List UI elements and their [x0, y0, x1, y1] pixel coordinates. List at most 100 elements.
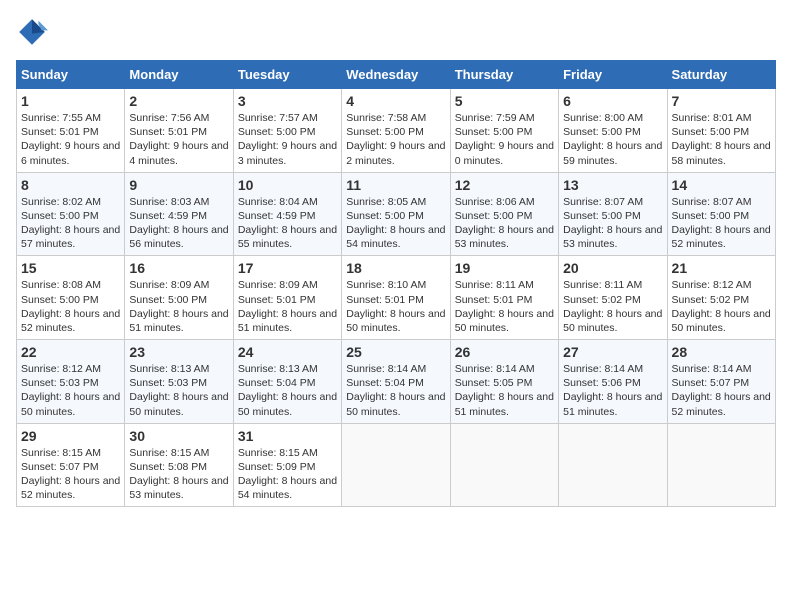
column-header-saturday: Saturday — [667, 61, 775, 89]
calendar-day-14: 14 Sunrise: 8:07 AM Sunset: 5:00 PM Dayl… — [667, 172, 775, 256]
calendar-day-13: 13 Sunrise: 8:07 AM Sunset: 5:00 PM Dayl… — [559, 172, 667, 256]
calendar-header-row: SundayMondayTuesdayWednesdayThursdayFrid… — [17, 61, 776, 89]
calendar-day-2: 2 Sunrise: 7:56 AM Sunset: 5:01 PM Dayli… — [125, 89, 233, 173]
day-number: 19 — [455, 260, 554, 276]
calendar-day-9: 9 Sunrise: 8:03 AM Sunset: 4:59 PM Dayli… — [125, 172, 233, 256]
day-info: Sunrise: 7:56 AM Sunset: 5:01 PM Dayligh… — [129, 111, 228, 168]
day-info: Sunrise: 8:04 AM Sunset: 4:59 PM Dayligh… — [238, 195, 337, 252]
calendar-day-17: 17 Sunrise: 8:09 AM Sunset: 5:01 PM Dayl… — [233, 256, 341, 340]
day-info: Sunrise: 8:14 AM Sunset: 5:07 PM Dayligh… — [672, 362, 771, 419]
day-info: Sunrise: 8:15 AM Sunset: 5:08 PM Dayligh… — [129, 446, 228, 503]
day-number: 1 — [21, 93, 120, 109]
day-info: Sunrise: 8:15 AM Sunset: 5:07 PM Dayligh… — [21, 446, 120, 503]
column-header-tuesday: Tuesday — [233, 61, 341, 89]
column-header-wednesday: Wednesday — [342, 61, 450, 89]
calendar-cell-empty — [342, 423, 450, 507]
day-info: Sunrise: 8:07 AM Sunset: 5:00 PM Dayligh… — [672, 195, 771, 252]
logo — [16, 16, 52, 48]
calendar-day-15: 15 Sunrise: 8:08 AM Sunset: 5:00 PM Dayl… — [17, 256, 125, 340]
day-number: 5 — [455, 93, 554, 109]
day-number: 17 — [238, 260, 337, 276]
day-number: 12 — [455, 177, 554, 193]
day-number: 11 — [346, 177, 445, 193]
day-info: Sunrise: 8:01 AM Sunset: 5:00 PM Dayligh… — [672, 111, 771, 168]
day-number: 6 — [563, 93, 662, 109]
calendar-day-21: 21 Sunrise: 8:12 AM Sunset: 5:02 PM Dayl… — [667, 256, 775, 340]
day-number: 26 — [455, 344, 554, 360]
calendar-day-10: 10 Sunrise: 8:04 AM Sunset: 4:59 PM Dayl… — [233, 172, 341, 256]
calendar-row: 15 Sunrise: 8:08 AM Sunset: 5:00 PM Dayl… — [17, 256, 776, 340]
day-info: Sunrise: 8:02 AM Sunset: 5:00 PM Dayligh… — [21, 195, 120, 252]
day-number: 10 — [238, 177, 337, 193]
calendar-cell-empty — [667, 423, 775, 507]
day-info: Sunrise: 8:03 AM Sunset: 4:59 PM Dayligh… — [129, 195, 228, 252]
calendar-day-19: 19 Sunrise: 8:11 AM Sunset: 5:01 PM Dayl… — [450, 256, 558, 340]
day-number: 21 — [672, 260, 771, 276]
day-number: 28 — [672, 344, 771, 360]
calendar-cell-empty — [559, 423, 667, 507]
day-info: Sunrise: 8:12 AM Sunset: 5:02 PM Dayligh… — [672, 278, 771, 335]
calendar-day-20: 20 Sunrise: 8:11 AM Sunset: 5:02 PM Dayl… — [559, 256, 667, 340]
day-info: Sunrise: 8:11 AM Sunset: 5:02 PM Dayligh… — [563, 278, 662, 335]
calendar-day-5: 5 Sunrise: 7:59 AM Sunset: 5:00 PM Dayli… — [450, 89, 558, 173]
day-info: Sunrise: 7:57 AM Sunset: 5:00 PM Dayligh… — [238, 111, 337, 168]
day-number: 27 — [563, 344, 662, 360]
calendar-day-28: 28 Sunrise: 8:14 AM Sunset: 5:07 PM Dayl… — [667, 340, 775, 424]
day-info: Sunrise: 8:14 AM Sunset: 5:06 PM Dayligh… — [563, 362, 662, 419]
calendar-day-27: 27 Sunrise: 8:14 AM Sunset: 5:06 PM Dayl… — [559, 340, 667, 424]
day-number: 30 — [129, 428, 228, 444]
day-info: Sunrise: 7:58 AM Sunset: 5:00 PM Dayligh… — [346, 111, 445, 168]
calendar-day-16: 16 Sunrise: 8:09 AM Sunset: 5:00 PM Dayl… — [125, 256, 233, 340]
day-info: Sunrise: 7:55 AM Sunset: 5:01 PM Dayligh… — [21, 111, 120, 168]
day-info: Sunrise: 8:09 AM Sunset: 5:01 PM Dayligh… — [238, 278, 337, 335]
logo-icon — [16, 16, 48, 48]
day-number: 14 — [672, 177, 771, 193]
column-header-sunday: Sunday — [17, 61, 125, 89]
calendar-row: 22 Sunrise: 8:12 AM Sunset: 5:03 PM Dayl… — [17, 340, 776, 424]
day-number: 3 — [238, 93, 337, 109]
day-number: 24 — [238, 344, 337, 360]
calendar-day-25: 25 Sunrise: 8:14 AM Sunset: 5:04 PM Dayl… — [342, 340, 450, 424]
day-number: 18 — [346, 260, 445, 276]
calendar-day-24: 24 Sunrise: 8:13 AM Sunset: 5:04 PM Dayl… — [233, 340, 341, 424]
column-header-monday: Monday — [125, 61, 233, 89]
day-info: Sunrise: 8:05 AM Sunset: 5:00 PM Dayligh… — [346, 195, 445, 252]
day-number: 9 — [129, 177, 228, 193]
calendar-day-18: 18 Sunrise: 8:10 AM Sunset: 5:01 PM Dayl… — [342, 256, 450, 340]
day-info: Sunrise: 8:14 AM Sunset: 5:04 PM Dayligh… — [346, 362, 445, 419]
day-info: Sunrise: 8:11 AM Sunset: 5:01 PM Dayligh… — [455, 278, 554, 335]
day-number: 22 — [21, 344, 120, 360]
column-header-thursday: Thursday — [450, 61, 558, 89]
day-info: Sunrise: 8:13 AM Sunset: 5:04 PM Dayligh… — [238, 362, 337, 419]
day-info: Sunrise: 8:13 AM Sunset: 5:03 PM Dayligh… — [129, 362, 228, 419]
calendar-day-8: 8 Sunrise: 8:02 AM Sunset: 5:00 PM Dayli… — [17, 172, 125, 256]
day-number: 25 — [346, 344, 445, 360]
day-info: Sunrise: 8:10 AM Sunset: 5:01 PM Dayligh… — [346, 278, 445, 335]
day-info: Sunrise: 8:06 AM Sunset: 5:00 PM Dayligh… — [455, 195, 554, 252]
calendar-day-11: 11 Sunrise: 8:05 AM Sunset: 5:00 PM Dayl… — [342, 172, 450, 256]
day-number: 29 — [21, 428, 120, 444]
calendar-table: SundayMondayTuesdayWednesdayThursdayFrid… — [16, 60, 776, 507]
calendar-row: 8 Sunrise: 8:02 AM Sunset: 5:00 PM Dayli… — [17, 172, 776, 256]
column-header-friday: Friday — [559, 61, 667, 89]
day-number: 31 — [238, 428, 337, 444]
calendar-day-26: 26 Sunrise: 8:14 AM Sunset: 5:05 PM Dayl… — [450, 340, 558, 424]
calendar-day-31: 31 Sunrise: 8:15 AM Sunset: 5:09 PM Dayl… — [233, 423, 341, 507]
day-number: 15 — [21, 260, 120, 276]
page-header — [16, 16, 776, 48]
day-info: Sunrise: 8:08 AM Sunset: 5:00 PM Dayligh… — [21, 278, 120, 335]
calendar-day-3: 3 Sunrise: 7:57 AM Sunset: 5:00 PM Dayli… — [233, 89, 341, 173]
calendar-day-4: 4 Sunrise: 7:58 AM Sunset: 5:00 PM Dayli… — [342, 89, 450, 173]
day-info: Sunrise: 8:12 AM Sunset: 5:03 PM Dayligh… — [21, 362, 120, 419]
calendar-row: 29 Sunrise: 8:15 AM Sunset: 5:07 PM Dayl… — [17, 423, 776, 507]
calendar-cell-empty — [450, 423, 558, 507]
day-number: 16 — [129, 260, 228, 276]
day-info: Sunrise: 8:00 AM Sunset: 5:00 PM Dayligh… — [563, 111, 662, 168]
calendar-day-30: 30 Sunrise: 8:15 AM Sunset: 5:08 PM Dayl… — [125, 423, 233, 507]
day-number: 23 — [129, 344, 228, 360]
calendar-day-1: 1 Sunrise: 7:55 AM Sunset: 5:01 PM Dayli… — [17, 89, 125, 173]
calendar-day-7: 7 Sunrise: 8:01 AM Sunset: 5:00 PM Dayli… — [667, 89, 775, 173]
day-info: Sunrise: 7:59 AM Sunset: 5:00 PM Dayligh… — [455, 111, 554, 168]
calendar-row: 1 Sunrise: 7:55 AM Sunset: 5:01 PM Dayli… — [17, 89, 776, 173]
day-number: 20 — [563, 260, 662, 276]
